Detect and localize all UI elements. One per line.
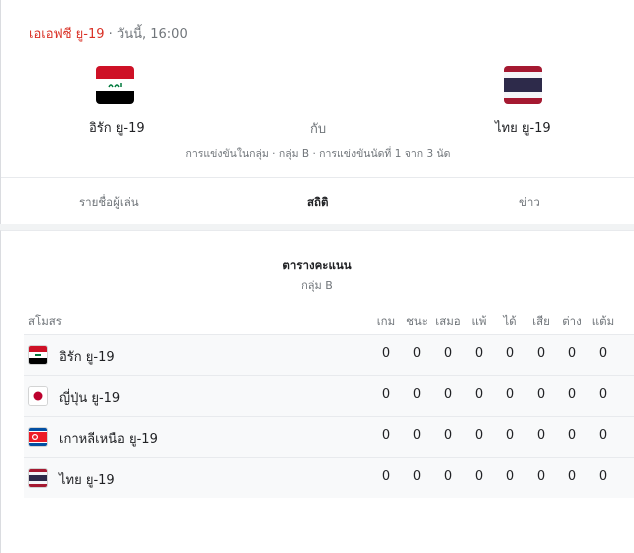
stat-goals-against: 0 (536, 346, 546, 361)
col-goal-diff: ต่าง (562, 314, 582, 328)
iraq-flag-icon[interactable] (96, 66, 134, 104)
home-team-name[interactable]: อิรัก ยู-19 (89, 117, 145, 138)
stat-points: 0 (598, 469, 608, 484)
thailand-flag-icon[interactable] (504, 66, 542, 104)
stat-goals-for: 0 (505, 387, 515, 402)
stat-drawn: 0 (443, 387, 453, 402)
team-name[interactable]: ไทย ยู-19 (59, 469, 115, 490)
col-won: ชนะ (406, 314, 428, 328)
stat-lost: 0 (474, 428, 484, 443)
team-name[interactable]: เกาหลีเหนือ ยู-19 (59, 428, 158, 449)
stat-won: 0 (412, 387, 422, 402)
header-separator: · (104, 27, 117, 42)
stat-goal-diff: 0 (567, 387, 577, 402)
divider (1, 177, 634, 178)
stat-lost: 0 (474, 469, 484, 484)
versus-label: กับ (310, 122, 327, 137)
stat-won: 0 (412, 428, 422, 443)
match-time: วันนี้, 16:00 (116, 27, 188, 42)
table-row[interactable]: อิรัก ยู-19 0 0 0 0 0 0 0 0 (24, 334, 634, 375)
stat-points: 0 (598, 346, 608, 361)
iraq-flag-icon (29, 346, 47, 364)
col-points: แต้ม (591, 314, 615, 328)
stat-lost: 0 (474, 346, 484, 361)
stat-goals-for: 0 (505, 469, 515, 484)
stat-points: 0 (598, 428, 608, 443)
stat-goals-against: 0 (536, 387, 546, 402)
match-header: เอเอฟซี ยู-19 · วันนี้, 16:00 (29, 27, 188, 43)
col-goals-for: ได้ (503, 314, 517, 328)
stat-goals-against: 0 (536, 428, 546, 443)
standings-title: ตารางคะแนน (282, 258, 352, 272)
league-link[interactable]: เอเอฟซี ยู-19 (29, 27, 105, 42)
table-row[interactable]: เกาหลีเหนือ ยู-19 0 0 0 0 0 0 0 0 (24, 416, 634, 457)
stat-goal-diff: 0 (567, 428, 577, 443)
table-row[interactable]: ไทย ยู-19 0 0 0 0 0 0 0 0 (24, 457, 634, 498)
col-drawn: เสมอ (435, 314, 461, 328)
stat-goal-diff: 0 (567, 469, 577, 484)
team-name[interactable]: ญี่ปุ่น ยู-19 (59, 387, 120, 408)
stat-lost: 0 (474, 387, 484, 402)
north-korea-flag-icon (29, 428, 47, 446)
club-column-header: สโมสร (28, 314, 62, 328)
tab-lineups[interactable]: รายชื่อผู้เล่น (79, 194, 139, 212)
team-name[interactable]: อิรัก ยู-19 (59, 346, 115, 367)
stat-drawn: 0 (443, 346, 453, 361)
stat-won: 0 (412, 469, 422, 484)
stat-goals-for: 0 (505, 346, 515, 361)
stat-goals-for: 0 (505, 428, 515, 443)
stat-points: 0 (598, 387, 608, 402)
stat-drawn: 0 (443, 428, 453, 443)
thailand-flag-icon (29, 469, 47, 487)
col-played: เกม (376, 314, 396, 328)
col-goals-against: เสีย (532, 314, 550, 328)
stat-goal-diff: 0 (567, 346, 577, 361)
standings-group: กลุ่ม B (301, 279, 333, 292)
stat-goals-against: 0 (536, 469, 546, 484)
table-row[interactable]: ญี่ปุ่น ยู-19 0 0 0 0 0 0 0 0 (24, 375, 634, 416)
stat-played: 0 (381, 428, 391, 443)
stat-played: 0 (381, 469, 391, 484)
tab-stats[interactable]: สถิติ (307, 194, 328, 212)
stat-played: 0 (381, 387, 391, 402)
col-lost: แพ้ (471, 314, 487, 328)
away-team-name[interactable]: ไทย ยู-19 (495, 117, 551, 138)
stat-won: 0 (412, 346, 422, 361)
round-info: การแข่งขันในกลุ่ม · กลุ่ม B · การแข่งขัน… (185, 148, 451, 160)
match-card: เอเอฟซี ยู-19 · วันนี้, 16:00 อิรัก ยู-1… (0, 0, 634, 228)
tab-news[interactable]: ข่าว (519, 194, 540, 212)
stat-drawn: 0 (443, 469, 453, 484)
japan-flag-icon (29, 387, 47, 405)
stat-played: 0 (381, 346, 391, 361)
